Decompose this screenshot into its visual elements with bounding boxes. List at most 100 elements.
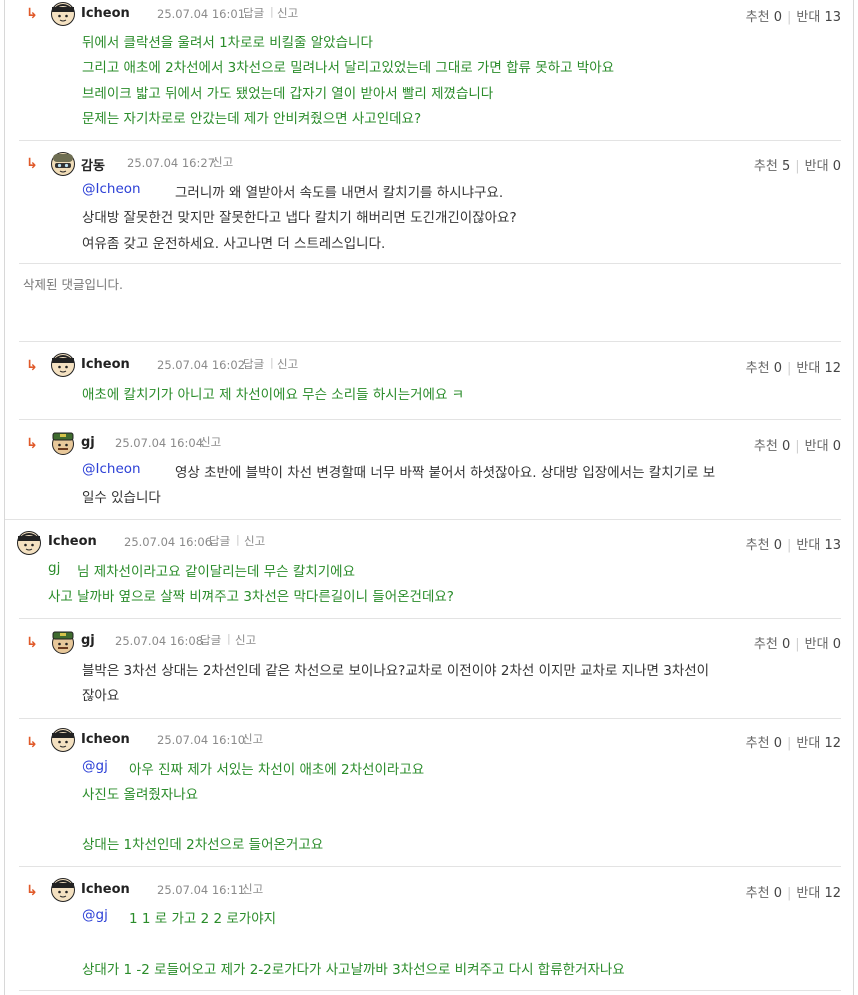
mention-link[interactable]: gj <box>48 560 60 576</box>
comment-text-line: 사진도 올려줬자나요 <box>82 787 199 803</box>
reply-link[interactable]: 답글 <box>243 356 264 372</box>
oppose-button[interactable]: 반대 <box>796 736 820 751</box>
avatar <box>51 353 75 377</box>
comment-text-line: 애초에 칼치기가 아니고 제 차선이에요 무슨 소리들 하시는거에요 ㅋ <box>82 387 465 403</box>
comment-author[interactable]: Icheon <box>48 534 97 549</box>
oppose-count: 0 <box>832 637 841 652</box>
divider: | <box>787 10 792 25</box>
comment-text-line: 아우 진짜 제가 서있는 차선이 애초에 2차선이라고요 <box>129 762 425 778</box>
recommend-button[interactable]: 추천 <box>746 10 770 25</box>
comment-author[interactable]: Icheon <box>81 6 130 21</box>
reply-link[interactable]: 답글 <box>243 5 264 21</box>
reply-arrow-icon: ↳ <box>26 436 38 452</box>
comment-author[interactable]: gj <box>81 435 95 450</box>
avatar <box>51 2 75 26</box>
oppose-button[interactable]: 반대 <box>796 886 820 901</box>
comment-date: 25.07.04 16:01 <box>157 7 246 21</box>
comment-text-line: 잖아요 <box>82 688 120 704</box>
avatar <box>51 728 75 752</box>
mention-link[interactable]: @gj <box>82 758 108 774</box>
report-link[interactable]: 신고 <box>277 5 298 21</box>
report-link[interactable]: 신고 <box>235 632 256 648</box>
report-link[interactable]: 신고 <box>200 434 221 450</box>
comment-divider <box>19 990 841 991</box>
reply-arrow-icon: ↳ <box>26 883 38 899</box>
comment-text-line: 문제는 자기차로로 안갔는데 제가 안비켜줬으면 사고인데요? <box>82 111 422 127</box>
mention-link[interactable]: @Icheon <box>82 461 141 477</box>
reply-arrow-icon: ↳ <box>26 156 38 172</box>
reply-arrow-icon: ↳ <box>26 635 38 651</box>
oppose-count: 12 <box>824 886 841 901</box>
comment-item: ↳ gj 25.07.04 16:04 신고 추천 0 | 반대 0 @Icheon… <box>0 420 858 519</box>
comment-author[interactable]: gj <box>81 633 95 648</box>
comment-text-line: 일수 있습니다 <box>82 490 161 506</box>
vote-box: 추천 0 | 반대 0 <box>754 435 841 454</box>
comment-text-line: 상대는 1차선인데 2차선으로 들어온거고요 <box>82 837 324 853</box>
mention-link[interactable]: @gj <box>82 907 108 923</box>
recommend-button[interactable]: 추천 <box>754 637 778 652</box>
vote-box: 추천 0 | 반대 12 <box>746 882 841 901</box>
oppose-count: 0 <box>832 439 841 454</box>
vote-box: 추천 0 | 반대 12 <box>746 732 841 751</box>
comment-text-line: 뒤에서 클락션을 울려서 1차로로 비킬줄 알았습니다 <box>82 35 373 51</box>
comment-text-line: 님 제차선이라고요 같이달리는데 무슨 칼치기에요 <box>77 564 355 580</box>
deleted-comment: 삭제된 댓글입니다. <box>0 264 858 341</box>
report-link[interactable]: 신고 <box>242 731 263 747</box>
reply-link[interactable]: 답글 <box>209 533 230 549</box>
comment-text-line: 상대방 잘못한건 맞지만 잘못한다고 냅다 칼치기 해버리면 도긴개긴이잖아요? <box>82 210 517 226</box>
oppose-button[interactable]: 반대 <box>805 637 829 652</box>
oppose-button[interactable]: 반대 <box>796 538 820 553</box>
vote-box: 추천 0 | 반대 0 <box>754 633 841 652</box>
vote-box: 추천 0 | 반대 13 <box>746 534 841 553</box>
comment-text-line: 상대가 1 -2 로들어오고 제가 2-2로가다가 사고날까바 3차선으로 비켜… <box>82 962 625 978</box>
comment-date: 25.07.04 16:27 <box>127 156 216 170</box>
comment-author[interactable]: Icheon <box>81 882 130 897</box>
divider: | <box>270 5 274 18</box>
oppose-button[interactable]: 반대 <box>805 439 829 454</box>
recommend-button[interactable]: 추천 <box>746 538 770 553</box>
divider: | <box>787 736 792 751</box>
comment-author[interactable]: 감동 <box>81 155 105 174</box>
comment-date: 25.07.04 16:04 <box>115 436 204 450</box>
oppose-button[interactable]: 반대 <box>796 10 820 25</box>
report-link[interactable]: 신고 <box>242 881 263 897</box>
comment-date: 25.07.04 16:06 <box>124 535 213 549</box>
recommend-button[interactable]: 추천 <box>746 886 770 901</box>
recommend-button[interactable]: 추천 <box>754 159 778 174</box>
comment-author[interactable]: Icheon <box>81 357 130 372</box>
avatar <box>51 152 75 176</box>
divider: | <box>227 632 231 645</box>
comment-item: ↳ Icheon 25.07.04 16:10 신고 추천 0 | 반대 12 @g… <box>0 719 858 866</box>
divider: | <box>787 886 792 901</box>
report-link[interactable]: 신고 <box>277 356 298 372</box>
report-link[interactable]: 신고 <box>212 154 233 170</box>
divider: | <box>236 533 240 546</box>
comment-text-line: 그리고 애초에 2차선에서 3차선으로 밀려나서 달리고있었는데 그대로 가면 … <box>82 60 615 76</box>
recommend-count: 0 <box>773 361 782 376</box>
oppose-button[interactable]: 반대 <box>796 361 820 376</box>
comment-author[interactable]: Icheon <box>81 732 130 747</box>
reply-arrow-icon: ↳ <box>26 6 38 22</box>
report-link[interactable]: 신고 <box>244 533 265 549</box>
recommend-button[interactable]: 추천 <box>746 361 770 376</box>
oppose-button[interactable]: 반대 <box>805 159 829 174</box>
reply-arrow-icon: ↳ <box>26 358 38 374</box>
reply-link[interactable]: 답글 <box>200 632 221 648</box>
avatar <box>17 531 41 555</box>
vote-box: 추천 0 | 반대 12 <box>746 357 841 376</box>
recommend-count: 0 <box>781 637 791 652</box>
recommend-button[interactable]: 추천 <box>746 736 770 751</box>
recommend-count: 0 <box>781 439 791 454</box>
oppose-count: 12 <box>824 736 841 751</box>
comment-item: ↳ Icheon 25.07.04 16:01 답글 | 신고 추천 0 | 반대 … <box>0 0 858 140</box>
reply-arrow-icon: ↳ <box>26 735 38 751</box>
oppose-count: 13 <box>824 538 841 553</box>
comment-date: 25.07.04 16:08 <box>115 634 204 648</box>
comment-date: 25.07.04 16:11 <box>157 883 246 897</box>
avatar <box>51 630 75 654</box>
mention-link[interactable]: @Icheon <box>82 181 141 197</box>
vote-box: 추천 5 | 반대 0 <box>754 155 841 174</box>
comment-text-line: 그러니까 왜 열받아서 속도를 내면서 칼치기를 하시냐구요. <box>175 185 504 201</box>
recommend-button[interactable]: 추천 <box>754 439 778 454</box>
comment-item: ↳ Icheon 25.07.04 16:11 신고 추천 0 | 반대 12 @g… <box>0 867 858 990</box>
